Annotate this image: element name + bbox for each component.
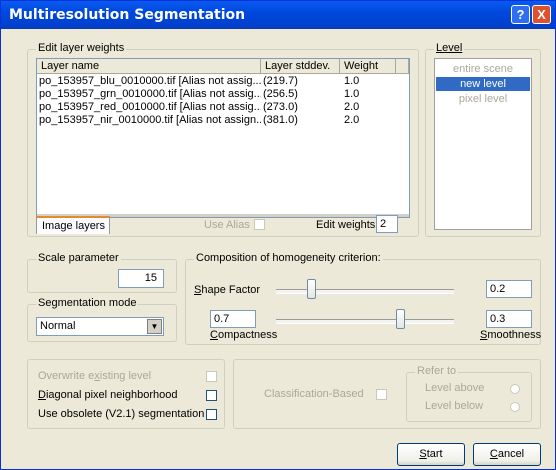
- layer-name-cell: po_153957_grn_0010000.tif [Alias not ass…: [39, 88, 261, 100]
- layer-stddev-cell: (219.7): [263, 75, 298, 87]
- edit-weights-input[interactable]: 2: [376, 215, 398, 233]
- level-item-new-level[interactable]: new level: [436, 77, 530, 91]
- edit-layer-weights-legend: Edit layer weights: [36, 42, 127, 54]
- use-obsolete-checkbox[interactable]: [206, 409, 217, 420]
- smoothness-label: Smoothness: [480, 329, 542, 341]
- layer-list[interactable]: Layer name Layer stddev. Weight po_15395…: [36, 58, 410, 218]
- level-group: Level entire scene new level pixel level: [425, 42, 541, 237]
- cancel-button[interactable]: Cancel: [473, 443, 541, 466]
- compactness-input[interactable]: 0.7: [210, 310, 256, 328]
- overwrite-existing-checkbox[interactable]: [206, 371, 217, 382]
- layer-weight-cell: 1.0: [344, 88, 360, 100]
- level-list[interactable]: entire scene new level pixel level: [434, 58, 532, 230]
- column-layer-stddev[interactable]: Layer stddev.: [261, 59, 340, 74]
- dialog-window: Multiresolution Segmentation ? X Edit la…: [0, 0, 556, 470]
- close-button[interactable]: X: [532, 5, 551, 24]
- diagonal-neighborhood-label: Diagonal pixel neighborhood: [38, 389, 178, 401]
- segmentation-mode-legend: Segmentation mode: [36, 297, 139, 309]
- level-above-radio[interactable]: [510, 384, 520, 394]
- compactness-slider-track[interactable]: [276, 319, 454, 324]
- use-obsolete-label: Use obsolete (V2.1) segmentation: [38, 408, 205, 420]
- edit-layer-weights-group: Edit layer weights Layer name Layer stdd…: [27, 42, 419, 237]
- segmentation-mode-select[interactable]: Normal ▼: [36, 317, 164, 336]
- tab-image-layers[interactable]: Image layers: [36, 216, 110, 234]
- classification-group: Classification-Based Refer to Level abov…: [233, 359, 541, 429]
- overwrite-existing-label: Overwrite existing level: [38, 370, 152, 382]
- table-row[interactable]: po_153957_grn_0010000.tif [Alias not ass…: [37, 88, 409, 101]
- layer-stddev-cell: (273.0): [263, 101, 298, 113]
- layer-stddev-cell: (256.5): [263, 88, 298, 100]
- shape-factor-input[interactable]: 0.2: [486, 280, 532, 298]
- homogeneity-legend: Composition of homogeneity criterion:: [194, 252, 383, 264]
- segmentation-mode-group: Segmentation mode Normal ▼: [27, 297, 177, 342]
- column-layer-name[interactable]: Layer name: [37, 59, 261, 74]
- level-item-entire-scene[interactable]: entire scene: [435, 62, 531, 76]
- help-button[interactable]: ?: [511, 5, 530, 24]
- shape-factor-label: Shape Factor: [194, 284, 261, 296]
- classification-based-label: Classification-Based: [264, 388, 364, 400]
- layer-weight-cell: 2.0: [344, 114, 360, 126]
- level-legend: Level: [434, 42, 465, 54]
- homogeneity-group: Composition of homogeneity criterion: Sh…: [185, 252, 542, 345]
- level-above-label: Level above: [425, 382, 485, 394]
- table-row[interactable]: po_153957_blu_0010000.tif [Alias not ass…: [37, 75, 409, 88]
- layer-name-cell: po_153957_blu_0010000.tif [Alias not ass…: [39, 75, 261, 87]
- refer-to-group: Refer to Level above Level below: [406, 365, 532, 422]
- diagonal-neighborhood-checkbox[interactable]: [206, 390, 217, 401]
- scale-parameter-legend: Scale parameter: [36, 252, 121, 264]
- compactness-label: Compactness: [210, 329, 278, 341]
- shape-slider-thumb[interactable]: [307, 279, 317, 299]
- column-weight[interactable]: Weight: [340, 59, 396, 74]
- edit-weights-label: Edit weights:: [316, 219, 379, 231]
- layer-name-cell: po_153957_red_0010000.tif [Alias not ass…: [39, 101, 261, 113]
- level-item-pixel-level[interactable]: pixel level: [435, 92, 531, 106]
- options-group: Overwrite existing level Diagonal pixel …: [27, 359, 225, 429]
- window-title: Multiresolution Segmentation: [9, 7, 246, 23]
- scale-parameter-group: Scale parameter 15: [27, 252, 177, 293]
- level-below-radio[interactable]: [510, 402, 520, 412]
- title-bar: Multiresolution Segmentation ? X: [1, 1, 555, 29]
- segmentation-mode-value: Normal: [40, 320, 76, 332]
- classification-based-checkbox[interactable]: [376, 389, 387, 400]
- level-below-label: Level below: [425, 400, 484, 412]
- layer-name-cell: po_153957_nir_0010000.tif [Alias not ass…: [39, 114, 261, 126]
- start-button[interactable]: Start: [397, 443, 465, 466]
- layer-stddev-cell: (381.0): [263, 114, 298, 126]
- layer-weight-cell: 1.0: [344, 75, 360, 87]
- column-filler: [396, 59, 409, 74]
- table-row[interactable]: po_153957_nir_0010000.tif [Alias not ass…: [37, 114, 409, 127]
- table-row[interactable]: po_153957_red_0010000.tif [Alias not ass…: [37, 101, 409, 114]
- compactness-slider-thumb[interactable]: [396, 309, 406, 329]
- use-alias-checkbox[interactable]: [254, 219, 265, 230]
- shape-slider-track[interactable]: [276, 289, 454, 294]
- smoothness-input[interactable]: 0.3: [486, 310, 532, 328]
- layer-weight-cell: 2.0: [344, 101, 360, 113]
- use-alias-label: Use Alias: [204, 219, 250, 231]
- refer-to-legend: Refer to: [415, 365, 459, 377]
- scale-parameter-input[interactable]: 15: [118, 269, 164, 288]
- chevron-down-icon[interactable]: ▼: [147, 319, 162, 334]
